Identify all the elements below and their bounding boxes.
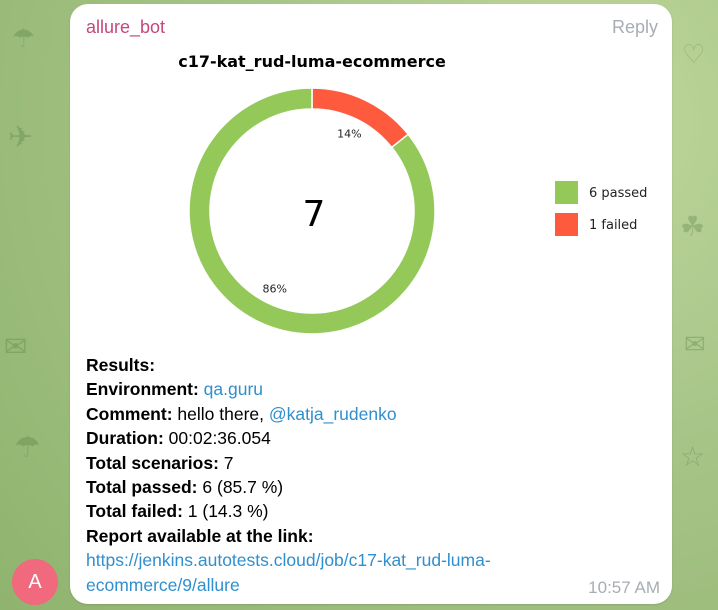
sender-avatar[interactable]: A [12,559,58,605]
rocket-icon: ✈ [8,120,34,155]
total-scenarios-value: 7 [223,452,234,473]
report-link-line-1[interactable]: https://jenkins.autotests.cloud/job/c17-… [86,548,646,572]
legend-label-failed: 1 failed [589,218,637,233]
duration-value: 00:02:36.054 [168,428,271,449]
total-passed-value: 6 (85.7 %) [202,477,284,498]
star-icon: ☆ [680,440,706,473]
mention-link[interactable]: @katja_rudenko [269,404,397,424]
comment-label: Comment: [86,403,173,424]
umbrella-icon: ☂ [14,430,41,465]
avatar-letter: A [28,570,42,593]
chart-center-total: 7 [303,194,326,235]
report-link[interactable]: https://jenkins.autotests.cloud/job/c17-… [86,548,646,597]
total-scenarios-label: Total scenarios: [86,452,219,473]
message-timestamp: 10:57 AM [588,578,660,597]
legend-swatch-failed [555,213,578,236]
percent-label-failed: 14% [337,128,361,141]
heart-icon: ♡ [682,40,706,70]
message-bubble[interactable]: allure_bot Reply c17-kat_rud-luma-ecomme… [70,4,672,604]
legend-swatch-passed [555,181,578,204]
reply-button[interactable]: Reply [612,17,658,38]
report-link-line-2[interactable]: ecommerce/9/allure [86,573,646,597]
percent-label-passed: 86% [262,282,286,295]
duration-label: Duration: [86,428,164,449]
results-header: Results: [86,355,156,375]
chart-title: c17-kat_rud-luma-ecommerce [178,52,446,71]
balloon-icon: ☂ [12,24,36,54]
result-chart-image[interactable]: c17-kat_rud-luma-ecommerce 7 14% 86% 6 pa… [70,46,672,356]
results-text: Results: Environment: qa.guru Comment: h… [86,353,646,597]
total-failed-value: 1 (14.3 %) [187,501,269,522]
leaf-icon: ☘ [680,210,706,243]
comment-text: hello there, [177,403,264,424]
environment-link[interactable]: qa.guru [204,379,263,399]
total-passed-label: Total passed: [86,477,198,498]
donut-chart: c17-kat_rud-luma-ecommerce 7 14% 86% 6 pa… [178,52,647,335]
envelope-icon: ✉ [684,330,706,360]
legend-label-passed: 6 passed [589,186,647,201]
report-label: Report available at the link: [86,525,314,546]
sender-name[interactable]: allure_bot [86,17,165,38]
chart-legend: 6 passed 1 failed [555,181,647,236]
environment-label: Environment: [86,379,199,400]
bag-icon: ✉ [4,330,28,363]
total-failed-label: Total failed: [86,501,183,522]
